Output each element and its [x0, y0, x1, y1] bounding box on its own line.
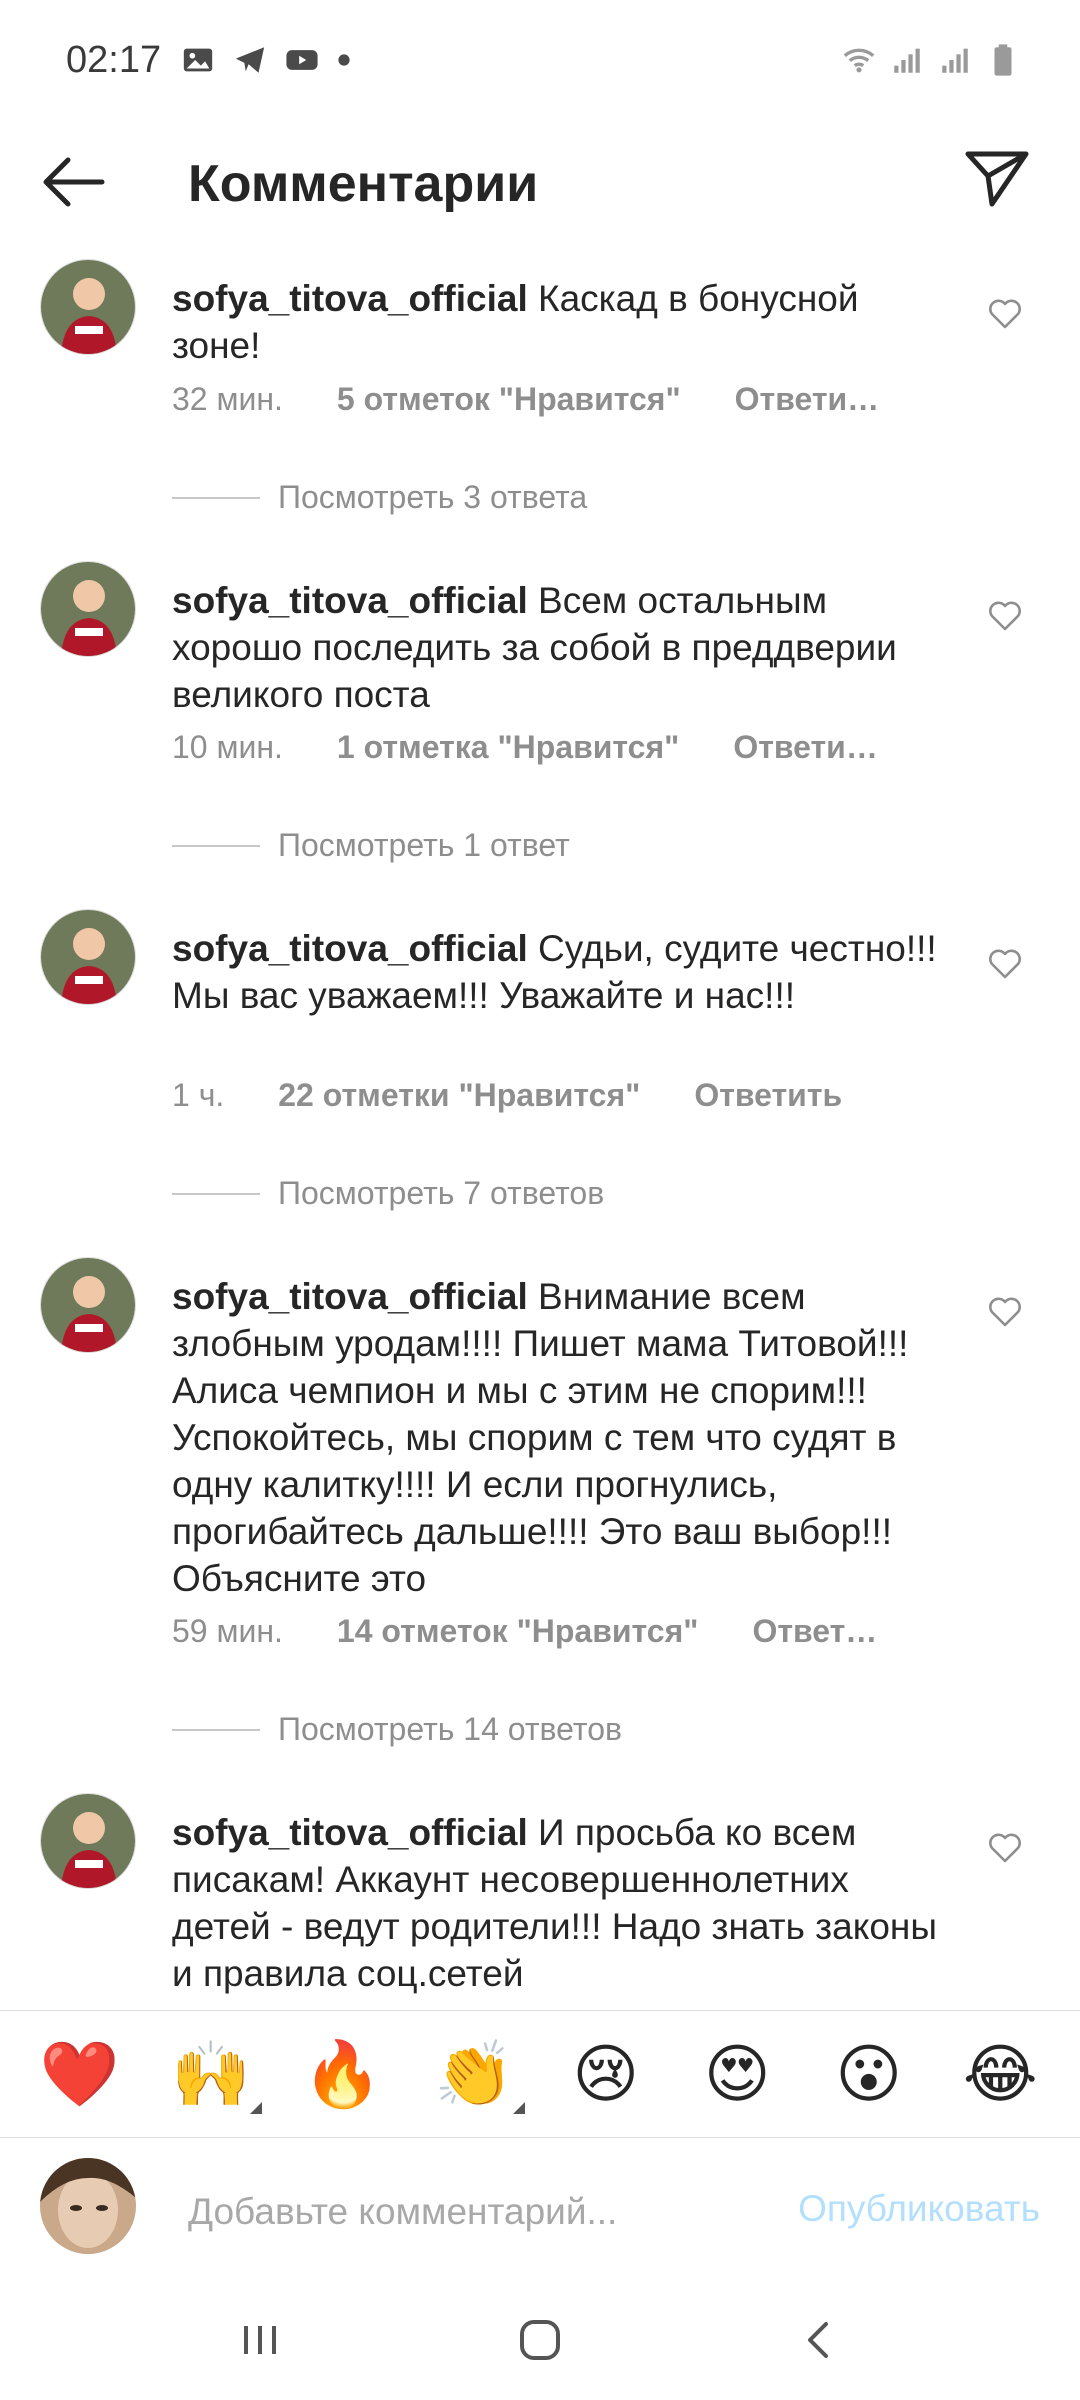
view-replies-label: Посмотреть 7 ответов: [278, 1175, 605, 1211]
home-icon[interactable]: [510, 2310, 570, 2370]
emoji-heart-eyes-button[interactable]: 😍: [692, 2042, 782, 2106]
comment-username[interactable]: sofya_titova_official: [172, 1812, 528, 1853]
comments-list[interactable]: sofya_titova_official Каскад в бонусной …: [0, 245, 1080, 2010]
comment-time: 32 мин.: [172, 381, 283, 417]
comment-text: sofya_titova_official Судьи, судите чест…: [172, 925, 942, 1019]
comment-text: sofya_titova_official Каскад в бонусной …: [172, 275, 942, 369]
avatar[interactable]: [40, 561, 136, 657]
emoji-laughing-button[interactable]: 😂: [955, 2042, 1045, 2106]
comment-text: sofya_titova_official Всем остальным хор…: [172, 577, 942, 718]
view-replies-line: [172, 496, 260, 499]
comment-meta: 59 мин. 14 отметок "Нравится" Ответ…: [172, 1613, 877, 1650]
view-replies-label: Посмотреть 3 ответа: [278, 479, 588, 515]
avatar[interactable]: [40, 909, 136, 1005]
emoji-heart-button[interactable]: ❤️: [35, 2042, 125, 2106]
avatar[interactable]: [40, 259, 136, 355]
view-replies-line: [172, 1728, 260, 1731]
comment-time: 1 ч.: [172, 1077, 225, 1113]
comment-username[interactable]: sofya_titova_official: [172, 580, 528, 621]
comment-meta: 10 мин. 1 отметка "Нравится" Ответи…: [172, 729, 878, 766]
emoji-fire-button[interactable]: 🔥: [298, 2042, 388, 2106]
comment-text: sofya_titova_official Внимание всем злоб…: [172, 1273, 942, 1602]
avatar[interactable]: [40, 1793, 136, 1889]
header: Комментарии: [0, 120, 1080, 240]
comment-time: 59 мин.: [172, 1613, 283, 1649]
comment-likes[interactable]: 14 отметок "Нравится": [337, 1613, 699, 1650]
heart-icon[interactable]: [988, 299, 1022, 329]
status-bar: 02:17: [0, 0, 1080, 120]
view-replies-line: [172, 1192, 260, 1195]
system-nav-bar: [0, 2280, 1080, 2400]
direct-send-icon[interactable]: [964, 148, 1030, 210]
compose-bar: Опубликовать: [0, 2140, 1080, 2280]
heart-icon[interactable]: [988, 1297, 1022, 1327]
signal-icon: [890, 43, 924, 77]
emoji-raised-hands-glyph: 🙌: [171, 2038, 252, 2110]
emoji-surprised-button[interactable]: 😮: [824, 2042, 914, 2106]
skin-tone-indicator-icon: [250, 2102, 263, 2114]
back-nav-icon[interactable]: [790, 2310, 850, 2370]
view-replies-button[interactable]: Посмотреть 7 ответов: [172, 1175, 604, 1212]
dot-icon: [337, 53, 351, 67]
emoji-clap-glyph: 👏: [434, 2038, 515, 2110]
emoji-raised-hands-button[interactable]: 🙌: [166, 2042, 263, 2114]
reply-button[interactable]: Ответить: [694, 1077, 842, 1114]
comment-username[interactable]: sofya_titova_official: [172, 928, 528, 969]
view-replies-button[interactable]: Посмотреть 1 ответ: [172, 827, 570, 864]
view-replies-button[interactable]: Посмотреть 14 ответов: [172, 1711, 622, 1748]
reply-button[interactable]: Ответи…: [735, 381, 880, 418]
view-replies-label: Посмотреть 14 ответов: [278, 1711, 622, 1747]
comment-likes[interactable]: 22 отметки "Нравится": [278, 1077, 640, 1114]
skin-tone-indicator-icon: [513, 2102, 526, 2114]
comment-input[interactable]: [188, 2182, 708, 2242]
reply-button[interactable]: Ответи…: [733, 729, 878, 766]
reply-button[interactable]: Ответ…: [752, 1613, 877, 1650]
avatar[interactable]: [40, 1257, 136, 1353]
comment-meta: 32 мин. 5 отметок "Нравится" Ответи…: [172, 381, 879, 418]
view-replies-button[interactable]: Посмотреть 3 ответа: [172, 479, 587, 516]
gallery-icon: [181, 43, 215, 77]
wifi-icon: [842, 43, 876, 77]
emoji-quick-bar: ❤️ 🙌 🔥 👏 😢 😍 😮 😂: [0, 2010, 1080, 2138]
comment-username[interactable]: sofya_titova_official: [172, 1276, 528, 1317]
comment-username[interactable]: sofya_titova_official: [172, 278, 528, 319]
heart-icon[interactable]: [988, 949, 1022, 979]
telegram-icon: [233, 43, 267, 77]
emoji-crying-button[interactable]: 😢: [561, 2042, 651, 2106]
comment-content: Внимание всем злобным уродам!!!! Пишет м…: [172, 1276, 909, 1599]
heart-icon[interactable]: [988, 601, 1022, 631]
battery-icon: [986, 43, 1020, 77]
status-icons-left: [181, 43, 351, 77]
youtube-icon: [285, 43, 319, 77]
recent-apps-icon[interactable]: [230, 2310, 290, 2370]
view-replies-label: Посмотреть 1 ответ: [278, 827, 570, 863]
comment-text: sofya_titova_official И просьба ко всем …: [172, 1809, 942, 1997]
comment-likes[interactable]: 1 отметка "Нравится": [337, 729, 679, 766]
comment-likes[interactable]: 5 отметок "Нравится": [337, 381, 681, 418]
back-arrow-icon[interactable]: [38, 154, 108, 210]
view-replies-line: [172, 844, 260, 847]
signal-icon-2: [938, 43, 972, 77]
heart-icon[interactable]: [988, 1833, 1022, 1863]
comment-meta: 1 ч. 22 отметки "Нравится" Ответить: [172, 1077, 842, 1114]
status-icons-right: [842, 43, 1020, 77]
emoji-clap-button[interactable]: 👏: [429, 2042, 526, 2114]
publish-button[interactable]: Опубликовать: [798, 2188, 1040, 2230]
comment-time: 10 мин.: [172, 729, 283, 765]
my-avatar: [40, 2158, 136, 2254]
status-time: 02:17: [66, 38, 162, 81]
page-title: Комментарии: [188, 155, 539, 213]
